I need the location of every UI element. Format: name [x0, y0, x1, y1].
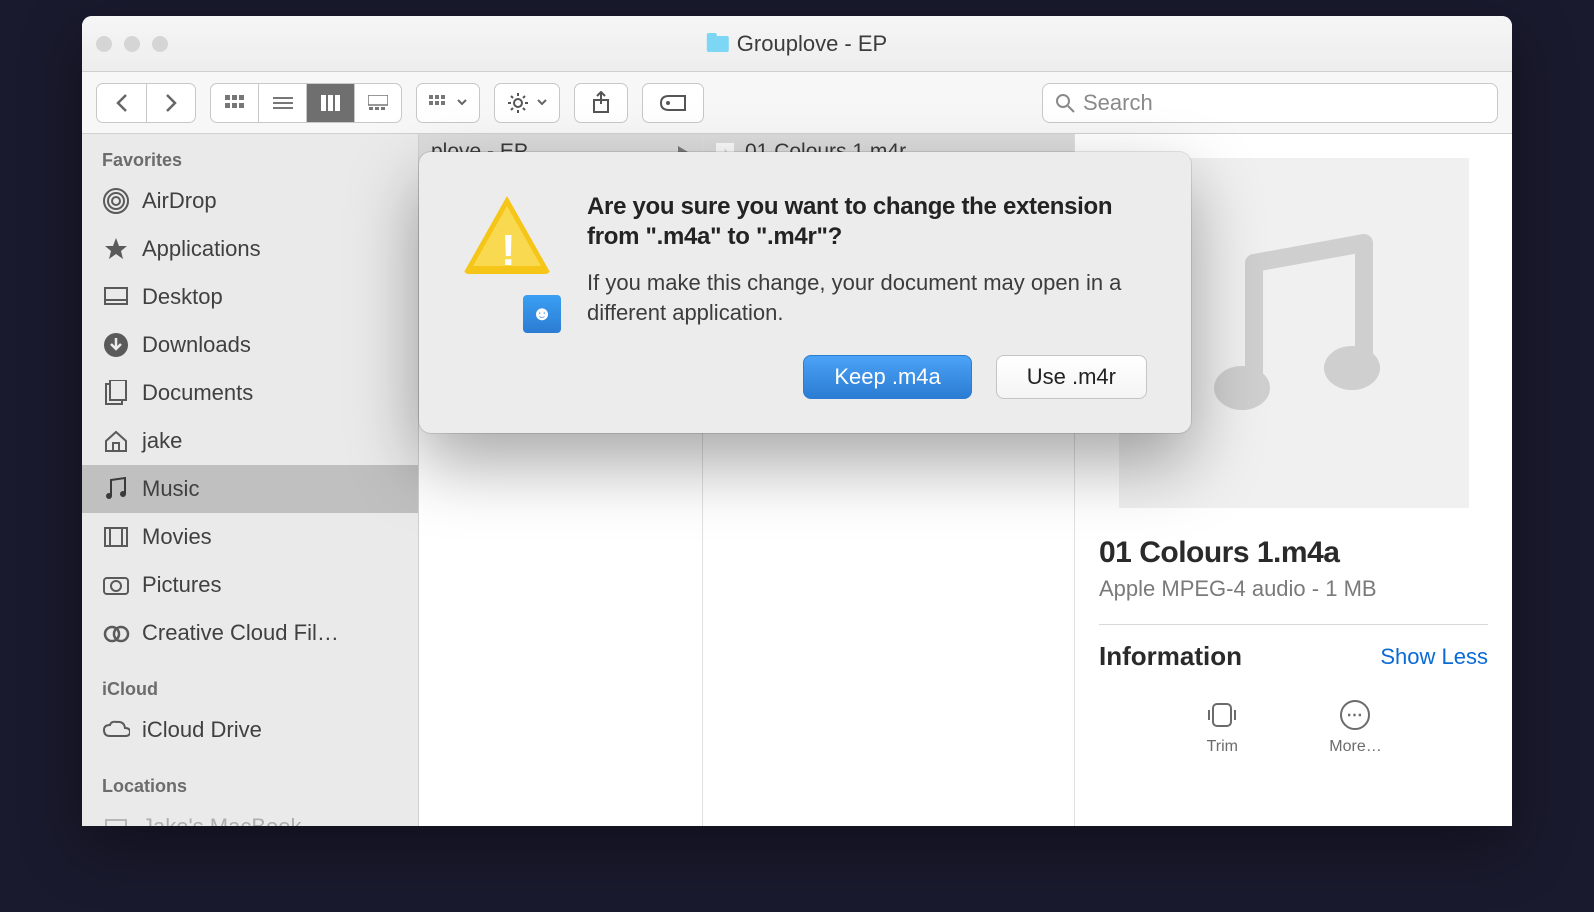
warning-icon: ! ☻ — [463, 196, 551, 327]
view-gallery-button[interactable] — [354, 83, 402, 123]
show-less-button[interactable]: Show Less — [1380, 644, 1488, 670]
gear-icon — [507, 92, 529, 114]
preview-kind-size: Apple MPEG-4 audio - 1 MB — [1099, 576, 1488, 602]
chevron-down-icon — [457, 99, 467, 106]
sidebar-item-label: Pictures — [142, 572, 221, 598]
sidebar-section-header: Locations — [82, 768, 418, 803]
sidebar-item-label: Documents — [142, 380, 253, 406]
gallery-icon — [368, 95, 388, 111]
dialog-title: Are you sure you want to change the exte… — [587, 192, 1147, 252]
share-button[interactable] — [574, 83, 628, 123]
view-list-button[interactable] — [258, 83, 306, 123]
sidebar-item-label: iCloud Drive — [142, 717, 262, 743]
grid-dropdown-icon — [429, 95, 449, 111]
finder-window: Grouplove - EP — [82, 16, 1512, 826]
action-menu-button[interactable] — [494, 83, 560, 123]
tags-button[interactable] — [642, 83, 704, 123]
back-button[interactable] — [96, 83, 146, 123]
chevron-right-icon — [164, 93, 178, 113]
divider — [1099, 624, 1488, 625]
forward-button[interactable] — [146, 83, 196, 123]
creative-cloud-icon — [102, 619, 130, 647]
sidebar-item-movies[interactable]: Movies — [82, 513, 418, 561]
titlebar: Grouplove - EP — [82, 16, 1512, 72]
chevron-left-icon — [115, 93, 129, 113]
sidebar-item-label: Movies — [142, 524, 212, 550]
cloud-icon — [102, 716, 130, 744]
sidebar-section-header: iCloud — [82, 671, 418, 706]
sidebar-item-music[interactable]: Music — [82, 465, 418, 513]
sidebar-item-label: Creative Cloud Fil… — [142, 620, 339, 646]
window-title-text: Grouplove - EP — [737, 31, 887, 57]
sidebar: Favorites AirDrop Applications Desktop D… — [82, 134, 419, 826]
sidebar-item-label: jake — [142, 428, 182, 454]
search-field[interactable]: Search — [1042, 83, 1498, 123]
use-m4r-button[interactable]: Use .m4r — [996, 355, 1147, 399]
sidebar-item-label: Applications — [142, 236, 261, 262]
dialog-body: If you make this change, your document m… — [587, 268, 1147, 327]
arrange-button[interactable] — [416, 83, 480, 123]
minimize-window-icon[interactable] — [124, 36, 140, 52]
movies-icon — [102, 523, 130, 551]
search-icon — [1055, 93, 1075, 113]
sidebar-item-icloud-drive[interactable]: iCloud Drive — [82, 706, 418, 754]
laptop-icon — [102, 813, 130, 826]
pictures-icon — [102, 571, 130, 599]
preview-filename: 01 Colours 1.m4a — [1099, 536, 1488, 570]
trim-icon — [1205, 700, 1239, 730]
nav-arrows — [96, 83, 196, 123]
sidebar-section-header: Favorites — [82, 142, 418, 177]
columns-area: plove - EP ♪ 01 Colours 1.m4r — [419, 134, 1512, 826]
sidebar-item-home[interactable]: jake — [82, 417, 418, 465]
sidebar-item-airdrop[interactable]: AirDrop — [82, 177, 418, 225]
info-heading: Information — [1099, 641, 1242, 672]
list-icon — [273, 95, 293, 111]
music-icon — [102, 475, 130, 503]
sidebar-item-pictures[interactable]: Pictures — [82, 561, 418, 609]
keep-m4a-button[interactable]: Keep .m4a — [803, 355, 971, 399]
sidebar-item-documents[interactable]: Documents — [82, 369, 418, 417]
sidebar-item-creative-cloud[interactable]: Creative Cloud Fil… — [82, 609, 418, 657]
zoom-window-icon[interactable] — [152, 36, 168, 52]
chevron-down-icon — [537, 99, 547, 106]
sidebar-item-downloads[interactable]: Downloads — [82, 321, 418, 369]
tag-icon — [659, 94, 687, 112]
airdrop-icon — [102, 187, 130, 215]
view-mode-segment — [210, 83, 402, 123]
sidebar-item-desktop[interactable]: Desktop — [82, 273, 418, 321]
sidebar-item-label: Desktop — [142, 284, 223, 310]
music-note-icon — [1204, 233, 1384, 433]
window-controls — [96, 36, 168, 52]
view-columns-button[interactable] — [306, 83, 354, 123]
sidebar-item-label: Downloads — [142, 332, 251, 358]
folder-icon — [707, 36, 729, 52]
sidebar-item-label: Music — [142, 476, 199, 502]
documents-icon — [102, 379, 130, 407]
trim-label: Trim — [1207, 738, 1238, 756]
extension-change-dialog: ! ☻ Are you sure you want to change the … — [419, 152, 1191, 433]
grid-icon — [225, 95, 245, 111]
sidebar-item-device[interactable]: Jake's MacBook — [82, 803, 418, 826]
sidebar-item-label: AirDrop — [142, 188, 217, 214]
more-action[interactable]: ⋯ More… — [1329, 700, 1381, 756]
downloads-icon — [102, 331, 130, 359]
apps-icon — [102, 235, 130, 263]
view-icons-button[interactable] — [210, 83, 258, 123]
trim-action[interactable]: Trim — [1205, 700, 1239, 756]
more-icon: ⋯ — [1340, 700, 1370, 730]
search-placeholder: Search — [1083, 90, 1153, 116]
finder-badge-icon: ☻ — [523, 295, 561, 333]
more-label: More… — [1329, 738, 1381, 756]
desktop-icon — [102, 283, 130, 311]
sidebar-item-applications[interactable]: Applications — [82, 225, 418, 273]
columns-icon — [321, 95, 341, 111]
home-icon — [102, 427, 130, 455]
share-icon — [591, 91, 611, 115]
sidebar-item-label: Jake's MacBook — [142, 814, 302, 826]
window-title: Grouplove - EP — [707, 31, 887, 57]
toolbar: Search — [82, 72, 1512, 134]
close-window-icon[interactable] — [96, 36, 112, 52]
